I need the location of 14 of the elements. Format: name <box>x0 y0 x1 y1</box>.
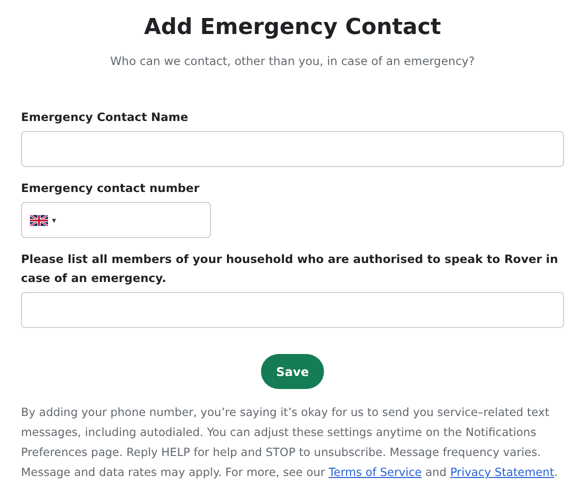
input-field[interactable] <box>21 131 564 167</box>
field-label: Emergency contact number <box>21 180 200 197</box>
subtitle: Who can we contact, other than you, in case of an emergency? <box>109 53 476 70</box>
page-title: Add Emergency Contact <box>142 14 442 42</box>
input-field[interactable] <box>21 292 564 328</box>
flag-icon <box>30 214 48 226</box>
country-selector[interactable]: ▾ <box>30 214 56 226</box>
terms-link[interactable]: Terms of Service <box>328 466 422 479</box>
field-label: Emergency Contact Name <box>21 109 190 126</box>
phone-field[interactable]: ▾ <box>21 202 211 238</box>
privacy-link[interactable]: Privacy Statement <box>450 466 554 479</box>
save-button[interactable]: Save <box>261 354 324 389</box>
field-label: Please list all members of your household who are authorised to speak to Rover in case of an emergency. <box>21 251 560 287</box>
disclaimer-text: By adding your phone number, you’re saying it’s okay for us to send you service–related text messages, including autodialed. You can adjust these settings anytime on the Notifications Preferences page. Reply HELP for help and STOP to unsubscribe. Message frequency varies. Message and data rates may apply. For more, see our Terms of Service and Privacy Statement. <box>21 405 559 481</box>
